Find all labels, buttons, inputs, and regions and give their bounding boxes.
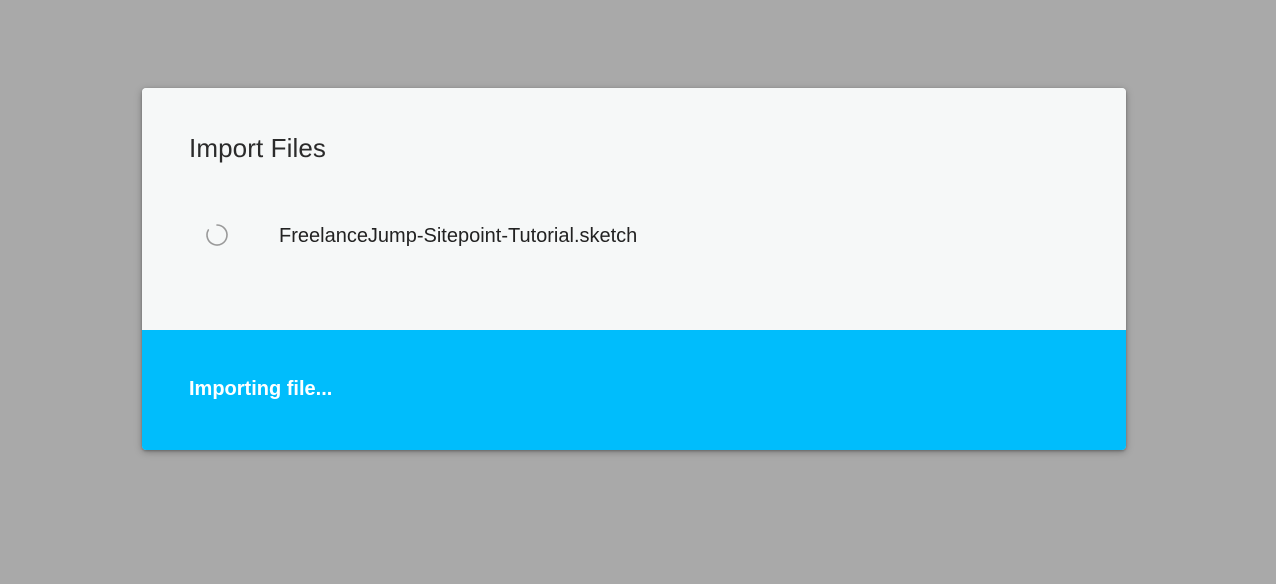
loading-spinner-icon [205,223,229,247]
dialog-body: Import Files FreelanceJump-Sitepoint-Tut… [142,88,1126,330]
file-name: FreelanceJump-Sitepoint-Tutorial.sketch [279,225,638,247]
import-status-text: Importing file... [189,378,333,400]
dialog-title: Import Files [189,133,327,163]
import-files-dialog: Import Files FreelanceJump-Sitepoint-Tut… [142,88,1126,450]
dialog-footer-status-bar: Importing file... [142,330,1126,450]
file-list-item: FreelanceJump-Sitepoint-Tutorial.sketch [142,218,1126,254]
